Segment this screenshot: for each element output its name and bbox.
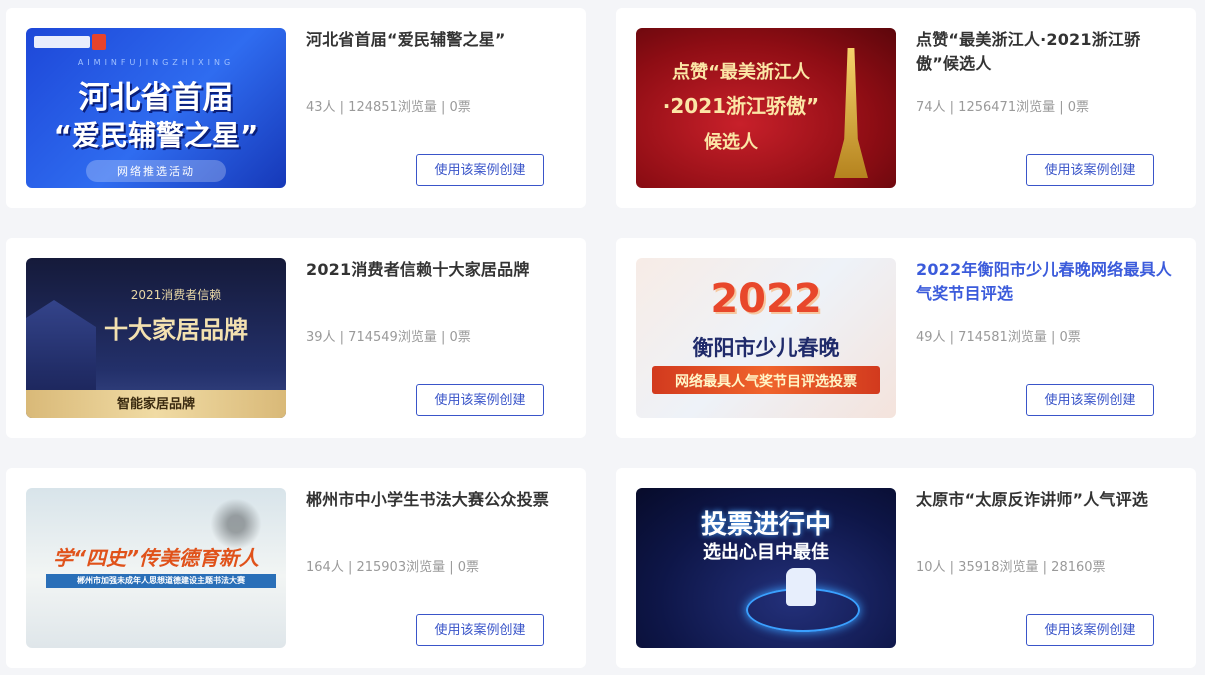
use-case-create-button[interactable]: 使用该案例创建 bbox=[416, 384, 544, 416]
thumb-trophy bbox=[834, 48, 868, 178]
case-title[interactable]: 郴州市中小学生书法大赛公众投票 bbox=[306, 488, 568, 512]
thumb-line1: 2022 bbox=[710, 276, 822, 322]
use-case-create-button[interactable]: 使用该案例创建 bbox=[1026, 154, 1154, 186]
case-card[interactable]: 2021消费者信赖 十大家居品牌 智能家居品牌 2021消费者信赖十大家居品牌 … bbox=[6, 238, 586, 438]
case-thumbnail[interactable]: 2021消费者信赖 十大家居品牌 智能家居品牌 bbox=[26, 258, 286, 418]
use-case-create-button[interactable]: 使用该案例创建 bbox=[416, 614, 544, 646]
case-card[interactable]: 2022 衡阳市少儿春晚 网络最具人气奖节目评选投票 2022年衡阳市少儿春晚网… bbox=[616, 238, 1196, 438]
case-stats: 10人 | 35918浏览量 | 28160票 bbox=[916, 560, 1106, 575]
case-thumbnail[interactable]: 点赞“最美浙江人 ·2021浙江骄傲” 候选人 bbox=[636, 28, 896, 188]
thumb-letters: AIMINFUJINGZHIXING bbox=[77, 58, 235, 67]
use-case-create-button[interactable]: 使用该案例创建 bbox=[416, 154, 544, 186]
thumb-line1: 投票进行中 bbox=[700, 510, 831, 540]
case-thumbnail[interactable]: 投票进行中 选出心目中最佳 bbox=[636, 488, 896, 648]
case-title[interactable]: 河北省首届“爱民辅警之星” bbox=[306, 28, 568, 52]
case-stats: 49人 | 714581浏览量 | 0票 bbox=[916, 330, 1081, 345]
case-thumbnail[interactable]: AIMINFUJINGZHIXING 河北省首届 “爱民辅警之星” 网络推选活动 bbox=[26, 28, 286, 188]
thumb-line1: 河北省首届 bbox=[78, 80, 234, 116]
case-card[interactable]: 点赞“最美浙江人 ·2021浙江骄傲” 候选人 点赞“最美浙江人·2021浙江骄… bbox=[616, 8, 1196, 208]
case-grid: AIMINFUJINGZHIXING 河北省首届 “爱民辅警之星” 网络推选活动… bbox=[0, 0, 1205, 675]
case-card[interactable]: 学“四史”传美德育新人 郴州市加强未成年人思想道德建设主题书法大赛 郴州市中小学… bbox=[6, 468, 586, 668]
thumb-figure bbox=[786, 568, 816, 606]
case-title[interactable]: 点赞“最美浙江人·2021浙江骄傲”候选人 bbox=[916, 28, 1178, 76]
thumb-line3: 候选人 bbox=[704, 132, 758, 153]
thumb-line1: 学“四史”传美德育新人 bbox=[53, 546, 259, 570]
case-title[interactable]: 2022年衡阳市少儿春晚网络最具人气奖节目评选 bbox=[916, 258, 1178, 306]
thumb-line2: ·2021浙江骄傲” bbox=[662, 94, 820, 118]
case-stats: 164人 | 215903浏览量 | 0票 bbox=[306, 560, 479, 575]
thumb-line1: 2021消费者信赖 bbox=[130, 288, 222, 302]
thumb-line2: 十大家居品牌 bbox=[104, 316, 248, 344]
case-stats: 39人 | 714549浏览量 | 0票 bbox=[306, 330, 471, 345]
case-card[interactable]: 投票进行中 选出心目中最佳 太原市“太原反诈讲师”人气评选 10人 | 3591… bbox=[616, 468, 1196, 668]
thumb-line3: 网络推选活动 bbox=[117, 165, 195, 178]
case-title[interactable]: 太原市“太原反诈讲师”人气评选 bbox=[916, 488, 1178, 512]
case-card[interactable]: AIMINFUJINGZHIXING 河北省首届 “爱民辅警之星” 网络推选活动… bbox=[6, 8, 586, 208]
thumb-line2: 选出心目中最佳 bbox=[703, 542, 829, 563]
case-stats: 43人 | 124851浏览量 | 0票 bbox=[306, 100, 471, 115]
thumb-line3: 网络最具人气奖节目评选投票 bbox=[675, 374, 857, 390]
thumb-line1: 点赞“最美浙江人 bbox=[672, 62, 810, 83]
case-stats: 74人 | 1256471浏览量 | 0票 bbox=[916, 100, 1089, 115]
thumb-line3: 智能家居品牌 bbox=[116, 397, 195, 412]
case-thumbnail[interactable]: 学“四史”传美德育新人 郴州市加强未成年人思想道德建设主题书法大赛 bbox=[26, 488, 286, 648]
case-thumbnail[interactable]: 2022 衡阳市少儿春晚 网络最具人气奖节目评选投票 bbox=[636, 258, 896, 418]
thumb-logo bbox=[34, 36, 90, 48]
case-title[interactable]: 2021消费者信赖十大家居品牌 bbox=[306, 258, 568, 282]
use-case-create-button[interactable]: 使用该案例创建 bbox=[1026, 384, 1154, 416]
thumb-line2: “爱民辅警之星” bbox=[53, 119, 259, 152]
use-case-create-button[interactable]: 使用该案例创建 bbox=[1026, 614, 1154, 646]
thumb-line2: 衡阳市少儿春晚 bbox=[692, 336, 840, 360]
thumb-line2: 郴州市加强未成年人思想道德建设主题书法大赛 bbox=[77, 576, 245, 585]
thumb-badge bbox=[92, 34, 106, 50]
